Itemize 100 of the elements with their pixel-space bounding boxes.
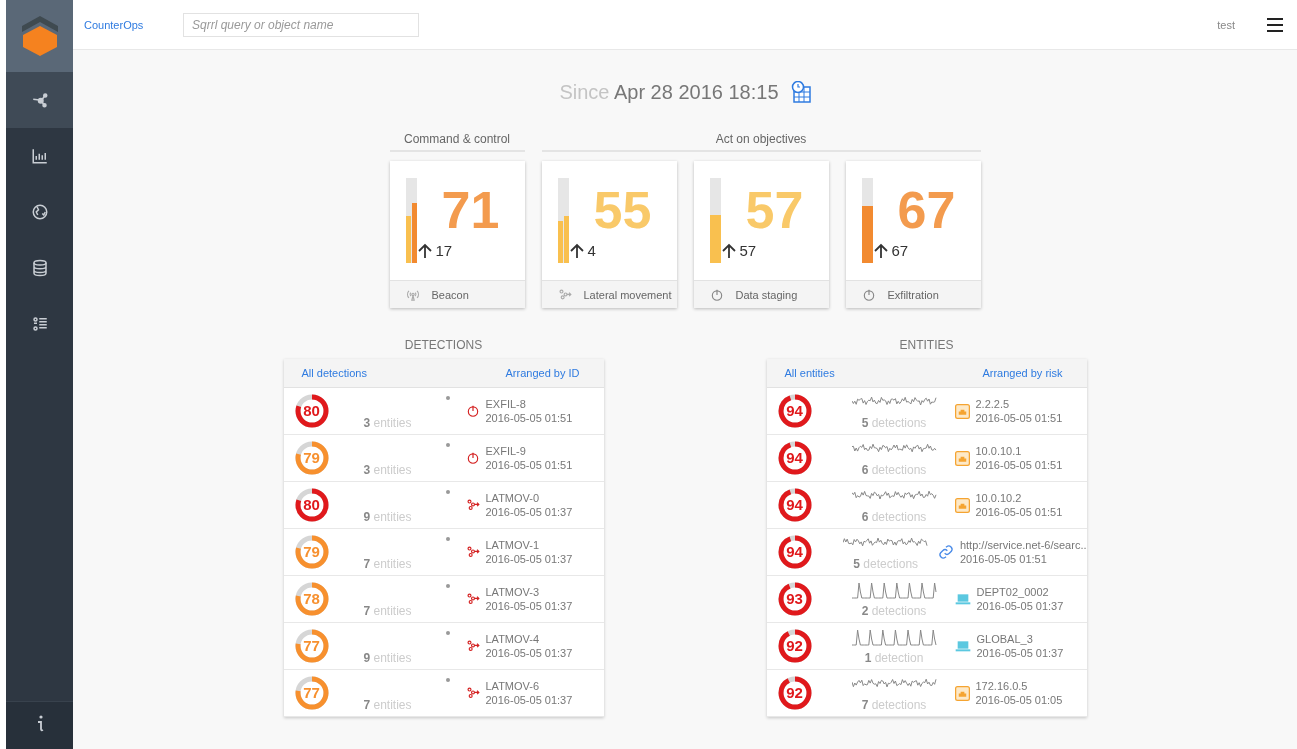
entity-time: 2016-05-05 01:51 — [959, 552, 1048, 566]
activity-dot — [445, 631, 450, 635]
laptop-icon — [954, 638, 971, 654]
app-name-link[interactable]: CounterOps — [84, 18, 183, 31]
detection-id: LATMOV-3 — [485, 585, 541, 599]
detection-time: 2016-05-05 01:37 — [485, 646, 573, 660]
score-value: 80 — [302, 403, 321, 419]
stage-label: Data staging — [735, 288, 798, 301]
activity-dot — [445, 443, 450, 447]
score-value: 94 — [785, 403, 804, 419]
score-value: 79 — [302, 544, 321, 560]
score-value: 77 — [302, 638, 321, 654]
score-value: 94 — [785, 450, 804, 466]
stage-score: 55 — [592, 180, 653, 240]
activity-dot — [445, 584, 450, 588]
graph-icon — [30, 91, 49, 109]
network-icon — [954, 450, 970, 466]
node-icon — [465, 498, 480, 512]
entity-name: 10.0.10.2 — [975, 491, 1023, 505]
user-name[interactable]: test — [1217, 18, 1235, 31]
menu-icon — [1267, 17, 1283, 32]
stage-card[interactable]: 71 17 Beacon — [389, 161, 525, 308]
detection-time: 2016-05-05 01:37 — [485, 693, 573, 707]
list-icon — [30, 315, 49, 333]
node-icon — [465, 639, 480, 653]
power-icon — [465, 451, 480, 465]
score-value: 94 — [785, 497, 804, 513]
stage-change: 67 — [891, 242, 909, 259]
stage-score: 71 — [440, 180, 501, 240]
activity-dot — [445, 537, 450, 541]
arrow-up-icon — [872, 242, 889, 259]
node-icon — [557, 287, 572, 302]
stage-card[interactable]: 57 57 Data staging — [693, 161, 829, 308]
power-icon — [709, 287, 724, 302]
score-value: 92 — [785, 638, 804, 654]
score-value: 77 — [302, 685, 321, 701]
node-icon — [465, 545, 480, 559]
globe-icon — [30, 203, 49, 221]
arrow-up-icon — [720, 242, 737, 259]
stage-label: Beacon — [431, 288, 469, 301]
sort-link[interactable]: Arranged by risk — [982, 367, 1063, 379]
detection-id: LATMOV-1 — [485, 538, 541, 552]
score-value: 94 — [785, 544, 804, 560]
detection-id: EXFIL-9 — [485, 444, 527, 458]
group-title: Command & control — [389, 132, 525, 152]
detection-time: 2016-05-05 01:51 — [485, 411, 573, 425]
node-icon — [465, 686, 480, 700]
node-icon — [465, 592, 480, 606]
search-field[interactable]: Sqrrl query or object name — [183, 12, 419, 37]
activity-dot — [445, 490, 450, 494]
detection-time: 2016-05-05 01:37 — [485, 599, 573, 613]
detection-time: 2016-05-05 01:37 — [485, 552, 573, 566]
section-title: ENTITIES — [899, 338, 954, 352]
arrow-up-icon — [568, 242, 585, 259]
stage-card[interactable]: 55 4 Lateral movement — [541, 161, 677, 308]
stage-card[interactable]: 67 67 Exfiltration — [845, 161, 981, 308]
stage-change: 17 — [435, 242, 453, 259]
entity-time: 2016-05-05 01:51 — [975, 411, 1063, 425]
score-value: 93 — [785, 591, 804, 607]
score-value: 78 — [302, 591, 321, 607]
detection-time: 2016-05-05 01:51 — [485, 458, 573, 472]
score-value: 92 — [785, 685, 804, 701]
entity-time: 2016-05-05 01:51 — [975, 458, 1063, 472]
all-entities-link[interactable]: All entities — [784, 367, 835, 379]
menu-button[interactable] — [1267, 17, 1283, 32]
stage-change: 4 — [587, 242, 596, 259]
entity-name: 172.16.0.5 — [975, 679, 1029, 693]
entity-name: http://service.net-6/searc.. — [959, 538, 1087, 552]
detection-time: 2016-05-05 01:37 — [485, 505, 573, 519]
group-title: Act on objectives — [541, 132, 981, 152]
entity-time: 2016-05-05 01:37 — [976, 646, 1064, 660]
stage-change: 57 — [739, 242, 757, 259]
network-icon — [954, 497, 970, 513]
stage-score: 57 — [744, 180, 805, 240]
link-icon — [937, 544, 954, 560]
detection-id: LATMOV-6 — [485, 679, 541, 693]
detection-id: LATMOV-4 — [485, 632, 541, 646]
detection-id: LATMOV-0 — [485, 491, 541, 505]
database-icon — [30, 259, 49, 277]
arrow-up-icon — [416, 242, 433, 259]
nav-button[interactable] — [6, 72, 73, 128]
calendar-clock-icon[interactable] — [790, 81, 811, 103]
hexagon-logo[interactable] — [19, 14, 60, 58]
chart-icon — [30, 147, 49, 165]
stage-score: 67 — [896, 180, 957, 240]
entity-name: DEPT02_0002 — [976, 585, 1050, 599]
stage-label: Exfiltration — [887, 288, 939, 301]
sort-link[interactable]: Arranged by ID — [505, 367, 580, 379]
entity-time: 2016-05-05 01:37 — [976, 599, 1064, 613]
entity-time: 2016-05-05 01:05 — [975, 693, 1063, 707]
score-value: 80 — [302, 497, 321, 513]
stage-label: Lateral movement — [583, 288, 672, 301]
entity-name: GLOBAL_3 — [976, 632, 1034, 646]
entity-name: 2.2.2.5 — [975, 397, 1011, 411]
activity-dot — [445, 396, 450, 400]
score-value: 79 — [302, 450, 321, 466]
entity-time: 2016-05-05 01:51 — [975, 505, 1063, 519]
all-detections-link[interactable]: All detections — [301, 367, 367, 379]
network-icon — [954, 403, 970, 419]
network-icon — [954, 685, 970, 701]
